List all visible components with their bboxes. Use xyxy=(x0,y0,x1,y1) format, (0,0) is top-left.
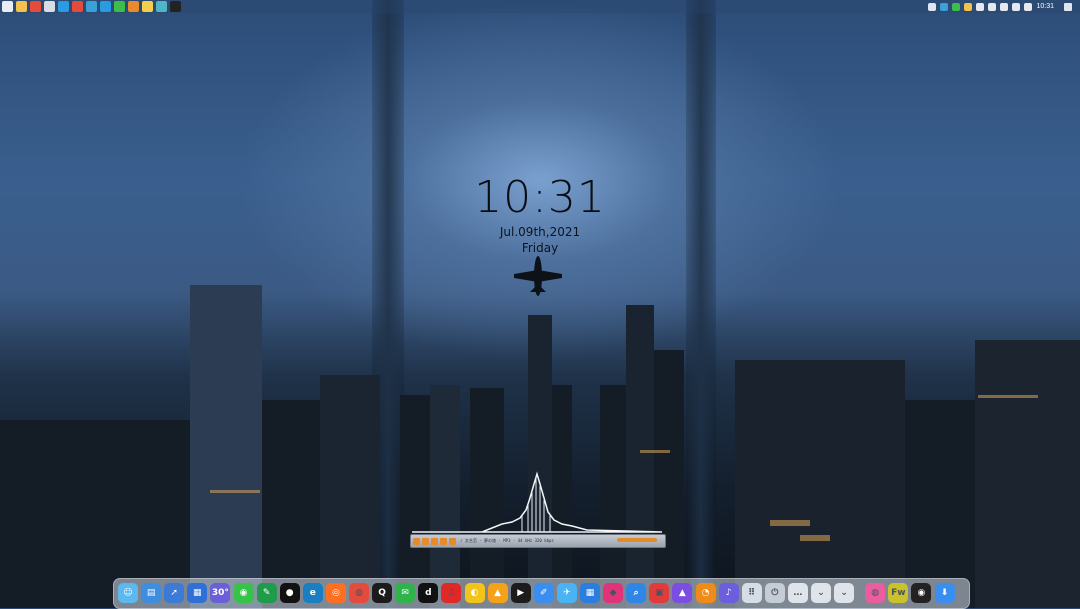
telegram-icon[interactable] xyxy=(58,1,69,12)
clock-widget-day: Friday xyxy=(521,241,559,255)
film-icon[interactable] xyxy=(142,1,153,12)
dark-circle-icon[interactable] xyxy=(170,1,181,12)
tiktok-icon[interactable]: d xyxy=(418,583,439,603)
track-info: ♪ 文艺范 · 夢の旅 · MP3 · 44 kHz 320 kbps xyxy=(460,538,554,543)
color-wheel-icon[interactable]: ◍ xyxy=(865,583,886,603)
music-player[interactable]: ♪ 文艺范 · 夢の旅 · MP3 · 44 kHz 320 kbps xyxy=(410,534,666,548)
player-icon[interactable] xyxy=(128,1,139,12)
folder-icon[interactable] xyxy=(16,1,27,12)
tray-app-icon[interactable] xyxy=(952,2,961,11)
tray-app-icon[interactable] xyxy=(964,2,973,11)
chat-icon[interactable]: ◉ xyxy=(233,583,254,603)
installer-icon[interactable]: ⬇ xyxy=(934,583,955,603)
jet-icon xyxy=(514,256,562,296)
evernote-icon[interactable]: ✎ xyxy=(256,583,277,603)
stop-button[interactable] xyxy=(440,537,447,545)
green-app-icon[interactable] xyxy=(114,1,125,12)
tray-app-icon[interactable] xyxy=(976,2,985,11)
pause-button[interactable] xyxy=(431,537,438,545)
play-button[interactable] xyxy=(422,537,429,545)
chevron-down-icon[interactable]: ⌄ xyxy=(811,583,831,603)
system-tray: 10:31 xyxy=(928,0,1072,13)
next-button[interactable] xyxy=(449,537,456,545)
dial-icon[interactable]: ◔ xyxy=(695,583,716,603)
launchpad-icon[interactable]: ➚ xyxy=(164,583,185,603)
qq-icon[interactable]: Q xyxy=(372,583,393,603)
chrome-icon[interactable] xyxy=(30,1,41,12)
clock-widget-time: 10:31 xyxy=(474,172,606,223)
weather-icon[interactable]: 30° xyxy=(210,583,231,603)
taskbar-app-list xyxy=(2,0,181,13)
tag-icon[interactable]: ◆ xyxy=(603,583,624,603)
tray-icons xyxy=(928,2,1033,11)
notion-icon[interactable]: ● xyxy=(279,583,300,603)
notification-icon[interactable] xyxy=(1064,2,1072,11)
app-grid-icon[interactable]: ⠿ xyxy=(741,583,762,603)
chrome-icon[interactable]: ◍ xyxy=(349,583,369,603)
volume-slider[interactable] xyxy=(617,538,657,542)
power-icon[interactable]: ⏻ xyxy=(764,583,785,603)
grid-app-icon[interactable]: ▦ xyxy=(580,583,600,603)
wechat-icon[interactable]: ✉ xyxy=(395,583,416,603)
tray-app-icon[interactable] xyxy=(940,2,949,11)
yellow-app-icon[interactable]: ◐ xyxy=(464,583,485,603)
chrome-icon[interactable] xyxy=(72,1,83,12)
taskbar-clock[interactable]: 10:31 xyxy=(1036,3,1054,10)
edge-icon[interactable]: e xyxy=(302,583,323,603)
fireworks-icon[interactable]: Fw xyxy=(888,583,909,603)
pen-icon[interactable]: ✐ xyxy=(533,583,554,603)
app-icon[interactable] xyxy=(156,1,167,12)
prev-button[interactable] xyxy=(413,537,420,545)
file-icon[interactable] xyxy=(44,1,55,12)
language-icon[interactable] xyxy=(1012,2,1021,11)
audio-visualizer xyxy=(412,471,662,533)
netease-music-icon[interactable]: ♫ xyxy=(441,583,462,603)
printer-icon[interactable]: ▤ xyxy=(141,583,162,603)
clock-widget-date: Jul.09th,2021 xyxy=(499,225,581,239)
screenshot-icon[interactable]: ▣ xyxy=(649,583,670,603)
start-grid-icon[interactable] xyxy=(2,1,13,12)
more-icon[interactable]: … xyxy=(787,583,808,603)
firefox-icon[interactable]: ◎ xyxy=(325,583,346,603)
settings-icon[interactable] xyxy=(1024,2,1033,11)
tray-app-icon[interactable] xyxy=(928,2,937,11)
chevron-down-icon[interactable]: ⌄ xyxy=(834,583,855,603)
sound-icon[interactable]: ♪ xyxy=(718,583,739,603)
bird-icon[interactable]: ✈ xyxy=(556,583,577,603)
wifi-icon[interactable] xyxy=(988,2,997,11)
telegram-icon[interactable] xyxy=(100,1,111,12)
windows-icon[interactable]: ▦ xyxy=(187,583,208,603)
media-icon[interactable]: ▶ xyxy=(510,583,531,603)
search-icon[interactable]: ⌕ xyxy=(626,583,647,603)
volume-icon[interactable] xyxy=(1000,2,1009,11)
top-taskbar: 10:31 xyxy=(0,0,1080,13)
remote-desktop-icon[interactable] xyxy=(86,1,97,12)
finder-icon[interactable]: ☺ xyxy=(118,583,138,603)
vpn-icon[interactable]: ▲ xyxy=(487,583,508,603)
gallery-icon[interactable]: ▲ xyxy=(672,583,693,603)
obs-icon[interactable]: ◉ xyxy=(911,583,932,603)
